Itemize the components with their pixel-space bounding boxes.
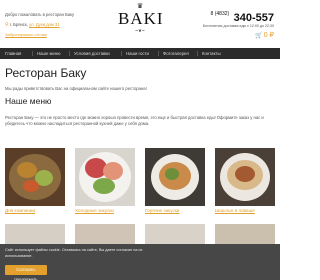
menu-card-photo[interactable] [215,224,275,244]
nav-divider [158,51,159,56]
nav-divider [197,51,198,56]
nav-item-gallery[interactable]: Фотогалерея [163,48,189,59]
welcome-text: Добро пожаловать в ресторан Баку [5,12,75,17]
menu-card-row2[interactable] [145,224,205,244]
menu-section-title: Наше меню [5,96,52,106]
location-pin-icon: ⚲ [5,22,9,28]
food-shape [165,168,179,180]
cookie-text: Сайт использует файлы cookie. Оставаясь … [5,248,143,258]
cold-appetizers-photo[interactable] [75,148,135,206]
nav-divider [121,51,122,56]
menu-card-row2[interactable] [5,224,65,244]
cart-button[interactable]: 🛒0 ₽ [255,31,274,39]
cart-total: 0 ₽ [263,32,274,39]
menu-card-hot-appetizers[interactable]: Горячие закуски [145,148,205,213]
nav-item-guests[interactable]: Наши гости [126,48,149,59]
book-table-link[interactable]: Забронировать столик [5,32,47,37]
shashlik-photo[interactable] [215,148,275,206]
menu-card-photo[interactable] [145,224,205,244]
hot-appetizers-photo[interactable] [145,148,205,206]
menu-card-row2[interactable] [215,224,275,244]
menu-card-shashlik[interactable]: Шашлык в лаваше [215,148,275,213]
nav-divider [32,51,33,56]
delivery-hours: Бесплатная доставка еды с 12:00 до 22:30 [202,24,274,28]
food-shape [235,166,255,182]
nav-item-delivery[interactable]: Условия доставки [74,48,110,59]
menu-card-label[interactable]: Холодные закуски [75,208,135,213]
cart-icon: 🛒 [255,33,263,39]
phone-main: 340-557 [233,12,274,24]
menu-description: Ресторан Баку — это не просто место где … [5,115,264,127]
menu-card-cold-appetizers[interactable]: Холодные закуски [75,148,135,213]
menu-card-photo[interactable] [5,224,65,244]
menu-card-row2[interactable] [75,224,135,244]
food-shape [17,162,37,178]
nav-item-contacts[interactable]: Контакты [202,48,221,59]
menu-card-photo[interactable] [75,224,135,244]
main-nav: Главная Наше меню Условия доставки Наши … [0,48,280,59]
menu-card-label[interactable]: Для компании [5,208,65,213]
nav-divider [69,51,70,56]
menu-card-company[interactable]: Для компании [5,148,65,213]
food-shape [93,178,115,194]
logo-text: BAKI [118,9,164,28]
nav-item-home[interactable]: Главная [5,48,21,59]
page-title: Ресторан Баку [5,66,87,80]
site-header: Добро пожаловать в ресторан Баку ⚲ г. Бр… [0,0,280,44]
address-street-link[interactable]: ул. Дуки,дом 31 [29,22,60,27]
ornament-icon: ~❦~ [134,28,146,33]
menu-card-label[interactable]: Горячие закуски [145,208,205,213]
cookie-accept-button[interactable]: Согласен, продолжить [5,265,47,280]
menu-card-label[interactable]: Шашлык в лаваше [215,208,275,213]
logo[interactable]: ♛ BAKI ~❦~ [118,3,164,39]
company-platter-photo[interactable] [5,148,65,206]
address: ⚲ г. Брянск, ул. Дуки,дом 31 [5,22,60,28]
intro-text: Мы рады приветствовать Вас на официально… [5,86,147,91]
phone-code: 8 (4832) [210,11,230,17]
cookie-banner: Сайт использует файлы cookie. Оставаясь … [0,244,280,280]
address-city: г. Брянск, [9,22,28,27]
nav-item-menu[interactable]: Наше меню [37,48,60,59]
food-shape [23,180,39,192]
